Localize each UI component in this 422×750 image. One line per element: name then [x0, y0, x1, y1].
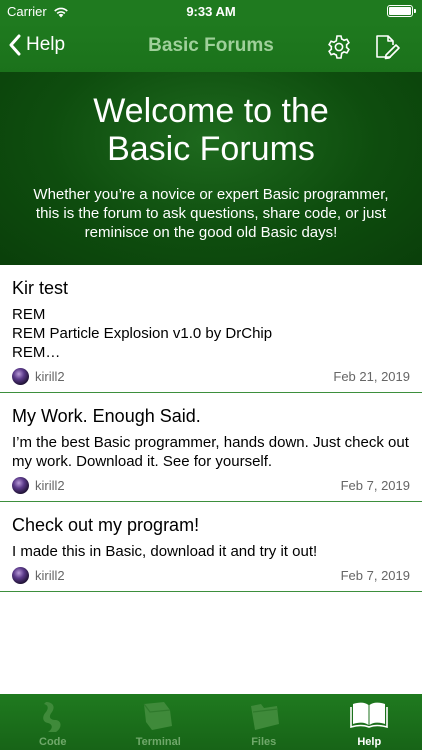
post-author: kirill2 — [35, 369, 65, 384]
tab-label: Help — [357, 736, 382, 748]
post-date: Feb 7, 2019 — [340, 568, 410, 583]
avatar — [12, 368, 29, 385]
banner-title-line-2: Basic Forums — [107, 130, 315, 168]
back-label: Help — [26, 34, 66, 55]
banner-subtitle: Whether you’re a novice or expert Basic … — [33, 186, 389, 241]
post-list: Kir test REM REM Particle Explosion v1.0… — [0, 265, 422, 592]
welcome-banner: Welcome to the Basic Forums Whether you’… — [0, 72, 422, 265]
tab-help[interactable]: Help — [317, 694, 422, 750]
back-button[interactable]: Help — [8, 34, 65, 56]
navigation-bar: Help Basic Forums — [0, 22, 422, 72]
post-meta: kirill2 Feb 7, 2019 — [12, 561, 410, 591]
tab-code[interactable]: Code — [0, 694, 106, 750]
banner-title-line-1: Welcome to the — [93, 92, 329, 130]
clock: 9:33 AM — [186, 4, 236, 19]
post-author: kirill2 — [35, 478, 65, 493]
tab-terminal[interactable]: Terminal — [106, 694, 212, 750]
post-meta: kirill2 Feb 21, 2019 — [12, 362, 410, 392]
avatar — [12, 477, 29, 494]
tab-label: Files — [251, 736, 277, 748]
tab-bar: Code Terminal Files Help — [0, 694, 422, 750]
tab-label: Code — [39, 736, 67, 748]
post-item[interactable]: Kir test REM REM Particle Explosion v1.0… — [0, 265, 422, 393]
post-body: I made this in Basic, download it and tr… — [12, 543, 318, 560]
post-date: Feb 21, 2019 — [333, 369, 410, 384]
post-date: Feb 7, 2019 — [340, 478, 410, 493]
avatar — [12, 567, 29, 584]
folder-icon — [250, 704, 279, 730]
banner-title: Welcome to the Basic Forums — [0, 92, 422, 168]
post-title: Check out my program! — [12, 515, 200, 535]
post-title: My Work. Enough Said. — [12, 406, 201, 426]
post-title: Kir test — [12, 278, 69, 298]
gear-icon[interactable] — [326, 34, 352, 60]
compose-icon[interactable] — [374, 33, 400, 61]
post-body: REM REM Particle Explosion v1.0 by DrChi… — [12, 306, 273, 361]
terminal-icon — [143, 702, 173, 730]
chevron-left-icon — [9, 34, 21, 56]
post-meta: kirill2 Feb 7, 2019 — [12, 471, 410, 501]
book-icon — [350, 702, 389, 728]
tab-files[interactable]: Files — [211, 694, 317, 750]
battery-icon — [387, 5, 416, 17]
post-item[interactable]: My Work. Enough Said. I’m the best Basic… — [0, 393, 422, 502]
post-body: I’m the best Basic programmer, hands dow… — [12, 434, 409, 470]
post-author: kirill2 — [35, 568, 65, 583]
status-bar: Carrier 9:33 AM — [0, 0, 422, 22]
tab-label: Terminal — [135, 736, 181, 748]
post-item[interactable]: Check out my program! I made this in Bas… — [0, 502, 422, 592]
code-icon — [42, 702, 61, 732]
